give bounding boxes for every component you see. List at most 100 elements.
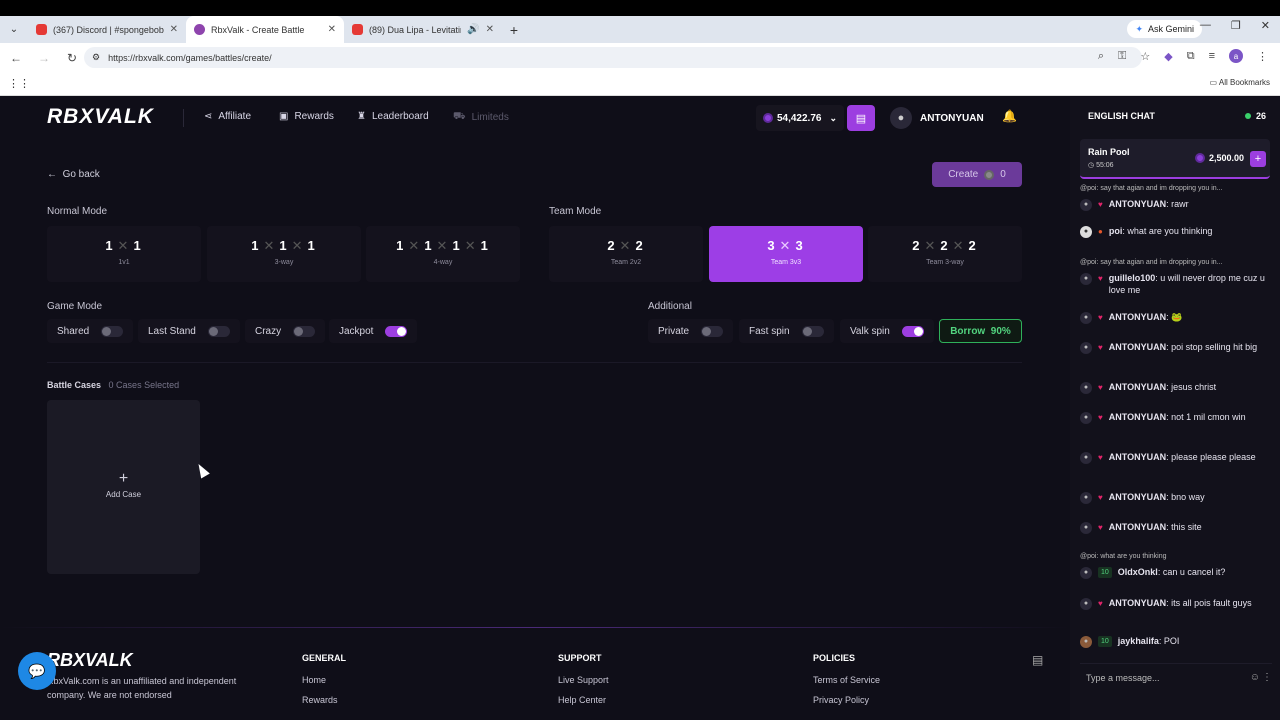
- chat-title[interactable]: ENGLISH CHAT: [1088, 111, 1155, 121]
- chat-username[interactable]: ANTONYUAN: [1109, 492, 1166, 502]
- tip-rain-button[interactable]: +: [1250, 151, 1266, 167]
- chat-username[interactable]: ANTONYUAN: [1109, 598, 1166, 608]
- menu-icon[interactable]: ⋮: [1257, 50, 1268, 63]
- nav-leaderboard[interactable]: ♜ Leaderboard: [357, 111, 429, 122]
- avatar[interactable]: ●: [1080, 522, 1092, 534]
- bell-icon[interactable]: 🔔: [1002, 109, 1017, 123]
- avatar[interactable]: ●: [1080, 567, 1092, 579]
- avatar[interactable]: ●: [1080, 598, 1092, 610]
- footer-link-rewards[interactable]: Rewards: [302, 695, 346, 705]
- chat-username[interactable]: guillelo100: [1109, 273, 1156, 283]
- toggle-jackpot[interactable]: Jackpot: [329, 319, 418, 343]
- reload-icon[interactable]: ↻: [60, 51, 84, 65]
- nav-affiliate[interactable]: ⋖ Affiliate: [204, 111, 251, 122]
- avatar[interactable]: ●: [1080, 342, 1092, 354]
- nav-rewards[interactable]: ▣ Rewards: [279, 111, 334, 122]
- toggle-switch[interactable]: [901, 325, 924, 337]
- minimize-icon[interactable]: —: [1200, 19, 1211, 32]
- footer-logo[interactable]: RBXVALK: [47, 650, 133, 671]
- avatar[interactable]: ●: [1080, 312, 1092, 324]
- wallet-button[interactable]: ▤: [847, 105, 875, 131]
- footer-link-home[interactable]: Home: [302, 675, 346, 685]
- browser-tab-discord[interactable]: (367) Discord | #spongebob-kid ✕: [28, 16, 186, 43]
- borrow-button[interactable]: Borrow 90%: [939, 319, 1022, 343]
- chat-username[interactable]: ANTONYUAN: [1109, 522, 1166, 532]
- support-chat-button[interactable]: 💬: [18, 652, 56, 690]
- close-tab-icon[interactable]: ✕: [486, 24, 494, 35]
- back-icon[interactable]: ←: [4, 51, 28, 65]
- apps-grid-icon[interactable]: ⋮⋮: [8, 77, 30, 90]
- toggle-fast-spin[interactable]: Fast spin: [739, 319, 834, 343]
- toggle-private[interactable]: Private: [648, 319, 734, 343]
- chat-input[interactable]: Type a message... ☺ ⋮: [1080, 663, 1272, 691]
- zoom-icon[interactable]: ⌕: [1098, 50, 1104, 63]
- mode-3-way[interactable]: 1 ✕ 1 ✕ 1 3-way: [207, 226, 361, 282]
- mode-1v1[interactable]: 1 ✕ 1 1v1: [47, 226, 201, 282]
- chat-username[interactable]: poi: [1109, 226, 1123, 236]
- toggle-crazy[interactable]: Crazy: [245, 319, 326, 343]
- toggle-switch[interactable]: [207, 325, 230, 337]
- create-button[interactable]: Create 0: [932, 162, 1022, 187]
- chat-username[interactable]: ANTONYUAN: [1109, 412, 1166, 422]
- all-bookmarks[interactable]: ▭ All Bookmarks: [1210, 78, 1270, 87]
- restore-icon[interactable]: ❐: [1231, 19, 1241, 32]
- nav-limiteds[interactable]: ⛟ Limiteds: [453, 111, 509, 124]
- avatar[interactable]: ●: [1080, 226, 1092, 238]
- address-bar[interactable]: ⚙ https://rbxvalk.com/games/battles/crea…: [84, 47, 1142, 68]
- toggle-last-stand[interactable]: Last Stand: [138, 319, 240, 343]
- speaker-icon[interactable]: 🔊: [467, 24, 479, 35]
- forward-icon[interactable]: →: [32, 51, 56, 65]
- avatar[interactable]: ●: [1080, 273, 1092, 285]
- toggle-switch[interactable]: [701, 325, 724, 337]
- new-tab-button[interactable]: +: [502, 22, 526, 38]
- browser-tab-youtube[interactable]: (89) Dua Lipa - Levitating F 🔊 ✕: [344, 16, 502, 43]
- puzzle-icon[interactable]: ⧉: [1187, 50, 1195, 63]
- profile-avatar[interactable]: a: [1229, 49, 1243, 63]
- extension-icon[interactable]: ◆: [1164, 50, 1172, 63]
- site-info-icon[interactable]: ⚙: [92, 52, 100, 63]
- avatar[interactable]: ●: [1080, 492, 1092, 504]
- close-window-icon[interactable]: ✕: [1261, 19, 1270, 32]
- toggle-switch[interactable]: [801, 325, 824, 337]
- footer-link-privacy[interactable]: Privacy Policy: [813, 695, 880, 705]
- go-back-link[interactable]: ← Go back: [47, 169, 100, 180]
- close-tab-icon[interactable]: ✕: [170, 24, 178, 35]
- browser-tab-rbxvalk[interactable]: RbxValk - Create Battle ✕: [186, 16, 344, 43]
- footer-link-help-center[interactable]: Help Center: [558, 695, 609, 705]
- mode-team-2v2[interactable]: 2 ✕ 2 Team 2v2: [549, 226, 703, 282]
- footer-link-live-support[interactable]: Live Support: [558, 675, 609, 685]
- avatar[interactable]: ●: [1080, 199, 1092, 211]
- footer-link-terms[interactable]: Terms of Service: [813, 675, 880, 685]
- chat-username[interactable]: ANTONYUAN: [1109, 312, 1166, 322]
- site-logo[interactable]: RBXVALK: [47, 105, 154, 129]
- chat-username[interactable]: jaykhalifa: [1118, 636, 1159, 646]
- mode-team-3v3[interactable]: 3 ✕ 3 Team 3v3: [709, 226, 863, 282]
- emoji-icon[interactable]: ☺: [1250, 672, 1260, 683]
- toggle-switch[interactable]: [101, 325, 124, 337]
- more-icon[interactable]: ⋮: [1262, 672, 1272, 683]
- avatar[interactable]: ●: [1080, 452, 1092, 464]
- tab-search-icon[interactable]: ⌄: [0, 24, 28, 35]
- avatar[interactable]: ●: [1080, 382, 1092, 394]
- toggle-shared[interactable]: Shared: [47, 319, 134, 343]
- bookmark-star-icon[interactable]: ☆: [1140, 50, 1150, 63]
- mode-team-3-way[interactable]: 2 ✕ 2 ✕ 2 Team 3-way: [868, 226, 1022, 282]
- toggle-switch[interactable]: [293, 325, 316, 337]
- user-menu[interactable]: ● ANTONYUAN: [890, 107, 984, 129]
- mode-4-way[interactable]: 1 ✕ 1 ✕ 1 ✕ 1 4-way: [366, 226, 520, 282]
- close-tab-icon[interactable]: ✕: [328, 24, 336, 35]
- chat-username[interactable]: OldxOnkl: [1118, 567, 1158, 577]
- chat-username[interactable]: ANTONYUAN: [1109, 342, 1166, 352]
- chat-username[interactable]: ANTONYUAN: [1109, 452, 1166, 462]
- chat-username[interactable]: ANTONYUAN: [1109, 199, 1166, 209]
- chat-username[interactable]: ANTONYUAN: [1109, 382, 1166, 392]
- toggle-chat-icon[interactable]: ▤: [1032, 653, 1043, 667]
- add-case-button[interactable]: + Add Case: [47, 400, 200, 574]
- avatar[interactable]: ●: [1080, 636, 1092, 648]
- toggle-switch[interactable]: [385, 325, 408, 337]
- toggle-valk-spin[interactable]: Valk spin: [840, 319, 934, 343]
- balance-display[interactable]: 54,422.76 ⌄: [756, 105, 844, 131]
- media-icon[interactable]: ≡: [1209, 50, 1215, 62]
- ask-gemini-button[interactable]: ✦ Ask Gemini: [1127, 20, 1202, 38]
- key-icon[interactable]: ⚿: [1118, 50, 1126, 63]
